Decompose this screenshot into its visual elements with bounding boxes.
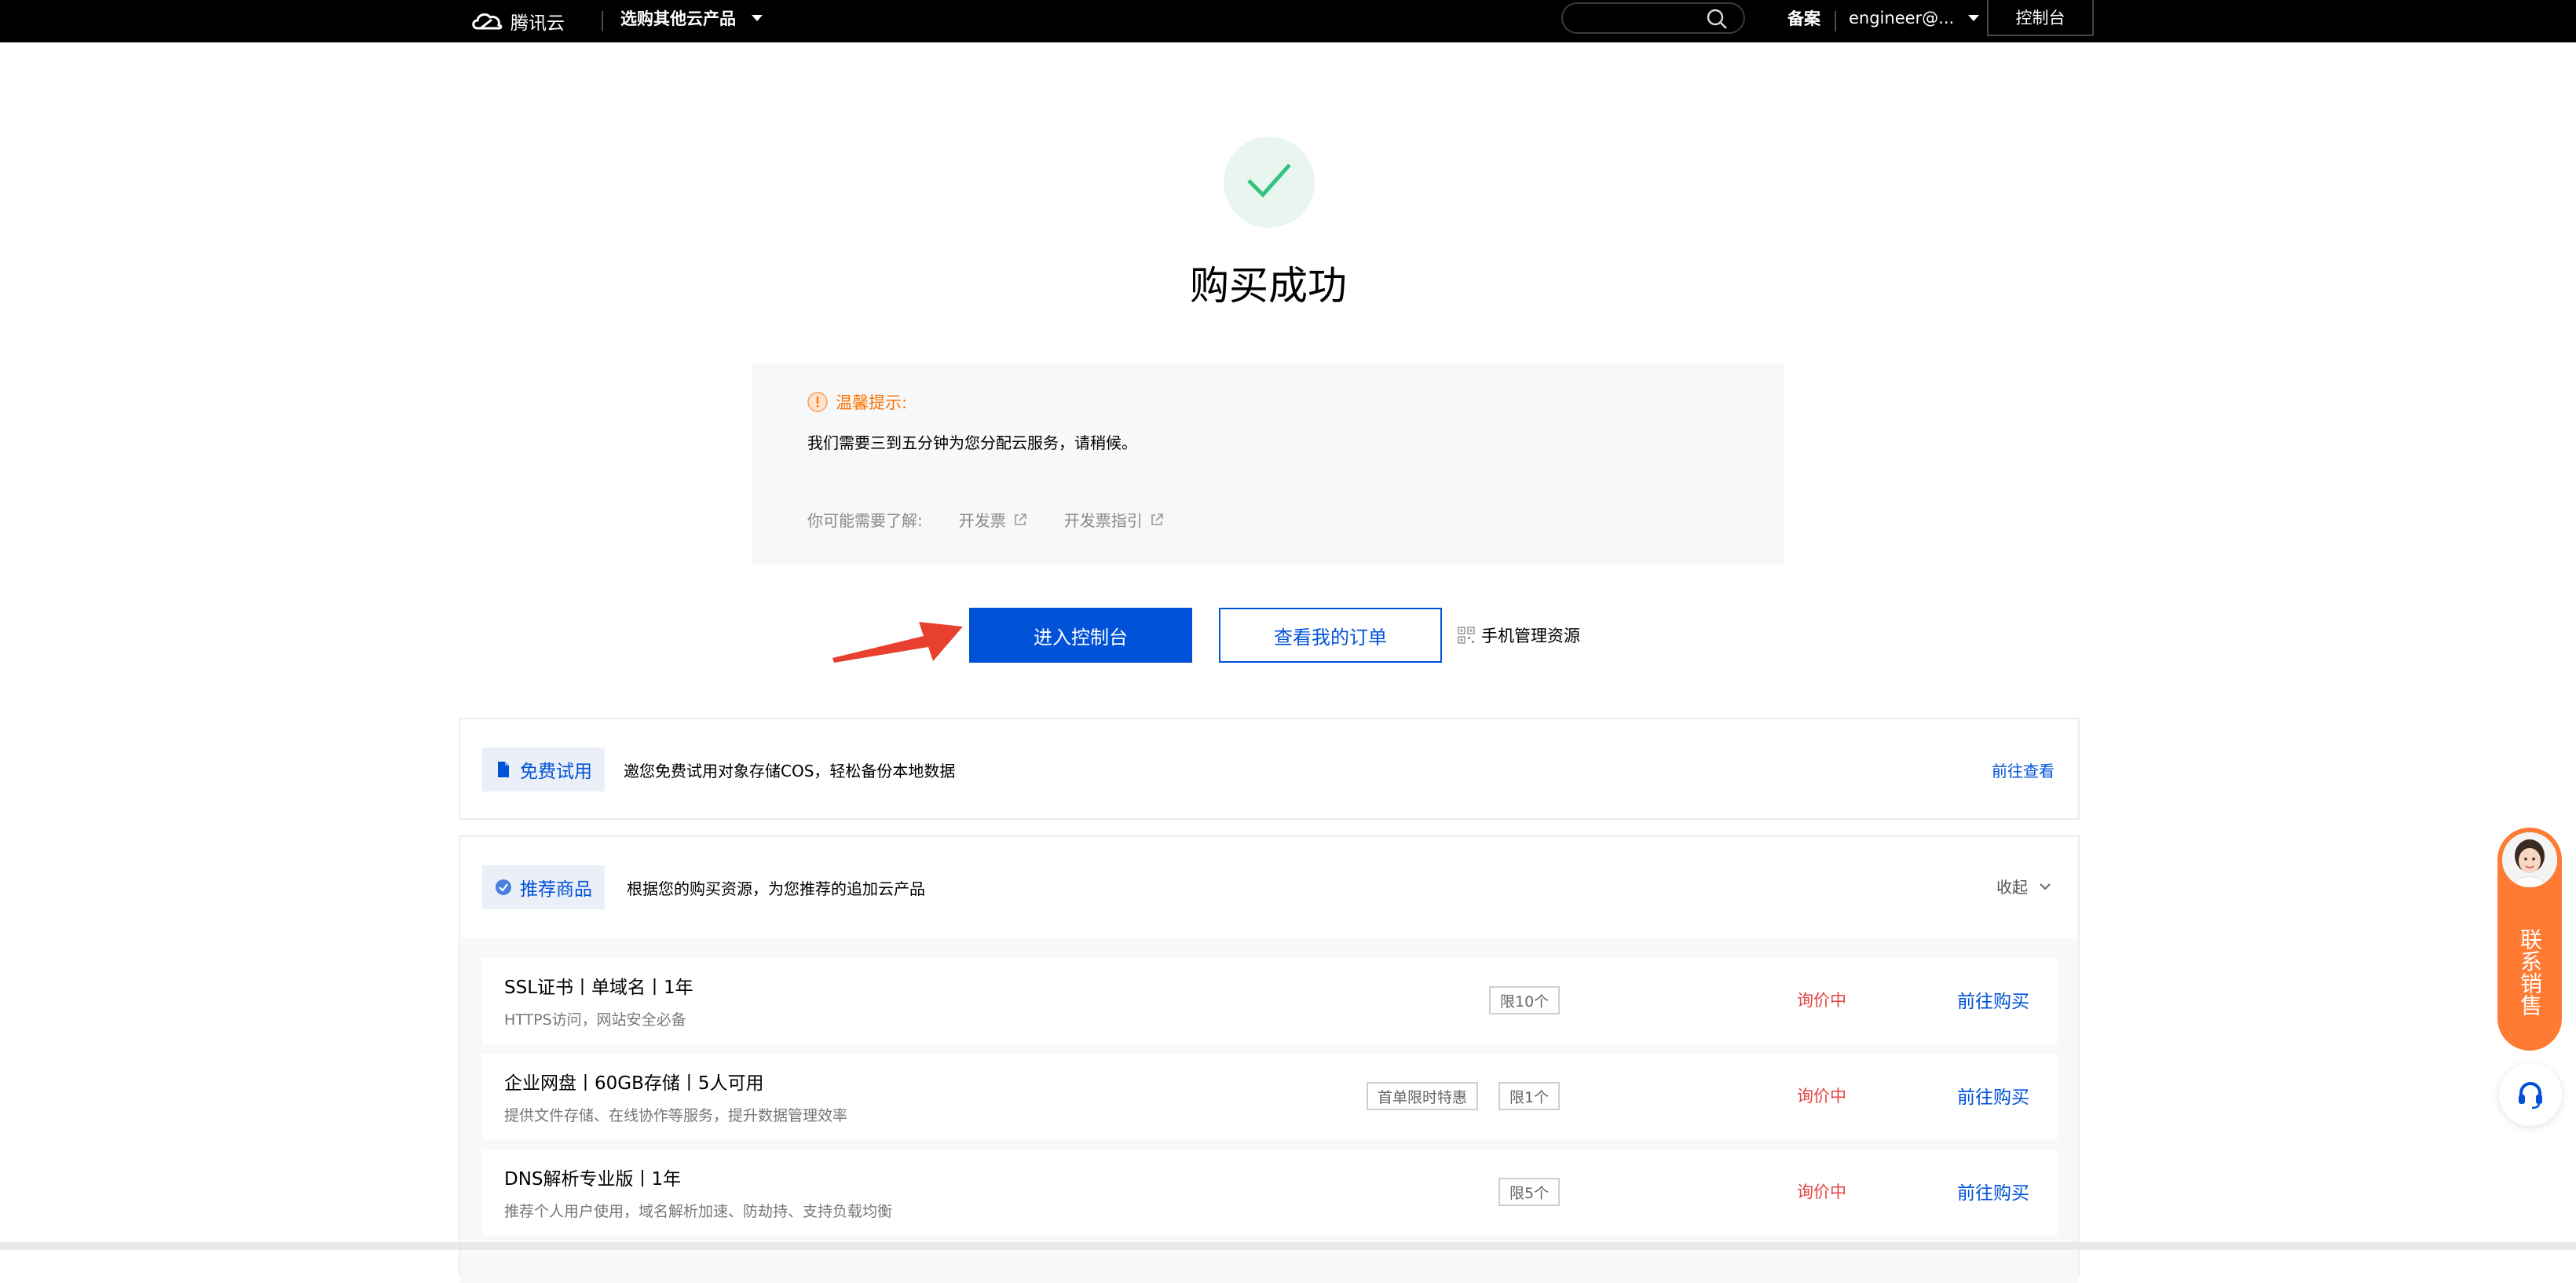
recommend-tag: 推荐商品 bbox=[482, 865, 605, 909]
search-icon[interactable] bbox=[1704, 6, 1729, 31]
tips-links: 你可能需要了解: 开发票 开发票指引 bbox=[807, 508, 1165, 531]
product-name: DNS解析专业版丨1年 bbox=[504, 1169, 682, 1190]
contact-sales-widget[interactable]: 联系销售 bbox=[2497, 828, 2562, 1051]
free-trial-tag-label: 免费试用 bbox=[520, 762, 592, 782]
check-icon bbox=[1247, 163, 1291, 198]
free-trial-card: 免费试用 邀您免费试用对象存储COS，轻松备份本地数据 前往查看 bbox=[459, 718, 2080, 820]
contact-sales-label: 联系销售 bbox=[2517, 928, 2543, 1016]
tips-links-prefix: 你可能需要了解: bbox=[807, 511, 923, 530]
price-status: 询价中 bbox=[1797, 1087, 1846, 1106]
tips-heading: 温馨提示: bbox=[807, 390, 907, 414]
external-link-icon bbox=[1151, 513, 1163, 525]
account-label: engineer@... bbox=[1849, 9, 1955, 27]
product-menu-dropdown[interactable]: 选购其他云产品 bbox=[620, 0, 763, 36]
product-description: 推荐个人用户使用，域名解析加速、防劫持、支持负载均衡 bbox=[504, 1203, 893, 1220]
free-trial-view-link[interactable]: 前往查看 bbox=[1992, 758, 2055, 781]
recommend-list: SSL证书丨单域名丨1年 HTTPS访问，网站安全必备 限10个 询价中 前往购… bbox=[460, 938, 2078, 1283]
recommend-card: 推荐商品 根据您的购买资源，为您推荐的追加云产品 收起 SSL证书丨单域名丨1年… bbox=[459, 835, 2080, 1283]
product-menu-label: 选购其他云产品 bbox=[620, 9, 736, 28]
sales-avatar bbox=[2500, 830, 2560, 890]
verified-badge-icon bbox=[496, 879, 511, 895]
product-name: SSL证书丨单域名丨1年 bbox=[504, 978, 693, 998]
success-badge bbox=[1224, 137, 1315, 228]
buy-link[interactable]: 前往购买 bbox=[1957, 986, 2029, 1013]
product-description: HTTPS访问，网站安全必备 bbox=[504, 1011, 686, 1029]
mobile-manage-link[interactable]: 手机管理资源 bbox=[1458, 622, 1580, 649]
qr-code-icon bbox=[1458, 627, 1475, 644]
enter-console-button[interactable]: 进入控制台 bbox=[969, 608, 1192, 663]
beian-link[interactable]: 备案 bbox=[1787, 0, 1820, 36]
warning-icon bbox=[807, 392, 828, 412]
console-button[interactable]: 控制台 bbox=[1987, 0, 2094, 36]
limit-badge: 限10个 bbox=[1489, 986, 1561, 1014]
product-description: 提供文件存储、在线协作等服务，提升数据管理效率 bbox=[504, 1107, 848, 1124]
list-item: SSL证书丨单域名丨1年 HTTPS访问，网站安全必备 限10个 询价中 前往购… bbox=[482, 958, 2058, 1044]
cloud-logo-icon bbox=[472, 13, 503, 30]
nav-divider bbox=[602, 11, 603, 31]
invoice-guide-link[interactable]: 开发票指引 bbox=[1064, 508, 1165, 531]
invoice-guide-link-label: 开发票指引 bbox=[1063, 511, 1143, 530]
tencent-cloud-logo[interactable]: 腾讯云 bbox=[470, 3, 565, 39]
console-label: 控制台 bbox=[2015, 9, 2066, 27]
free-trial-description: 邀您免费试用对象存储COS，轻松备份本地数据 bbox=[624, 762, 956, 780]
buy-link[interactable]: 前往购买 bbox=[1957, 1178, 2029, 1204]
beian-label: 备案 bbox=[1787, 9, 1820, 28]
list-item: 企业网盘丨60GB存储丨5人可用 提供文件存储、在线协作等服务，提升数据管理效率… bbox=[482, 1054, 2058, 1140]
account-menu[interactable]: engineer@... bbox=[1849, 0, 1980, 36]
invoice-link-label: 开发票 bbox=[958, 511, 1006, 530]
enter-console-label: 进入控制台 bbox=[1034, 626, 1128, 649]
price-status: 询价中 bbox=[1797, 1182, 1846, 1201]
limit-badge: 限5个 bbox=[1498, 1178, 1561, 1206]
agent-avatar-icon bbox=[2502, 832, 2557, 887]
tips-panel: 温馨提示: 我们需要三到五分钟为您分配云服务，请稍候。 你可能需要了解: 开发票… bbox=[752, 364, 1784, 565]
tips-message: 我们需要三到五分钟为您分配云服务，请稍候。 bbox=[807, 433, 1137, 452]
invoice-link[interactable]: 开发票 bbox=[959, 508, 1028, 531]
collapse-toggle[interactable]: 收起 bbox=[1996, 875, 2051, 897]
list-item: DNS解析专业版丨1年 推荐个人用户使用，域名解析加速、防劫持、支持负载均衡 限… bbox=[482, 1150, 2058, 1236]
horizontal-scrollbar[interactable] bbox=[0, 1242, 2576, 1250]
promo-badge: 首单限时特惠 bbox=[1367, 1082, 1479, 1110]
caret-down-icon bbox=[1968, 15, 1980, 21]
limit-badge: 限1个 bbox=[1498, 1082, 1561, 1110]
collapse-label: 收起 bbox=[1996, 878, 2028, 897]
chevron-down-icon bbox=[2040, 883, 2051, 890]
recommend-tag-label: 推荐商品 bbox=[520, 879, 592, 900]
customer-support-button[interactable] bbox=[2499, 1063, 2562, 1126]
price-status: 询价中 bbox=[1797, 991, 1846, 1010]
search-box[interactable] bbox=[1561, 2, 1745, 34]
page-title: 购买成功 bbox=[1190, 263, 1347, 309]
tips-heading-text: 温馨提示: bbox=[836, 393, 908, 412]
product-name: 企业网盘丨60GB存储丨5人可用 bbox=[504, 1073, 764, 1094]
search-input[interactable] bbox=[1575, 9, 1701, 27]
view-orders-button[interactable]: 查看我的订单 bbox=[1219, 608, 1442, 663]
caret-down-icon bbox=[752, 15, 763, 21]
nav-divider bbox=[1835, 11, 1836, 31]
headset-icon bbox=[2519, 1082, 2542, 1109]
mobile-manage-label: 手机管理资源 bbox=[1481, 627, 1580, 645]
document-icon bbox=[498, 762, 509, 777]
buy-link[interactable]: 前往购买 bbox=[1957, 1082, 2029, 1109]
top-nav-bar: 腾讯云 选购其他云产品 备案 engineer@... 控制台 bbox=[0, 0, 2576, 42]
external-link-icon bbox=[1014, 513, 1026, 525]
recommend-description: 根据您的购买资源，为您推荐的追加云产品 bbox=[627, 879, 925, 898]
view-orders-label: 查看我的订单 bbox=[1274, 626, 1387, 649]
free-trial-tag: 免费试用 bbox=[482, 748, 605, 791]
logo-text: 腾讯云 bbox=[510, 13, 565, 34]
red-arrow-annotation-icon bbox=[832, 622, 963, 663]
